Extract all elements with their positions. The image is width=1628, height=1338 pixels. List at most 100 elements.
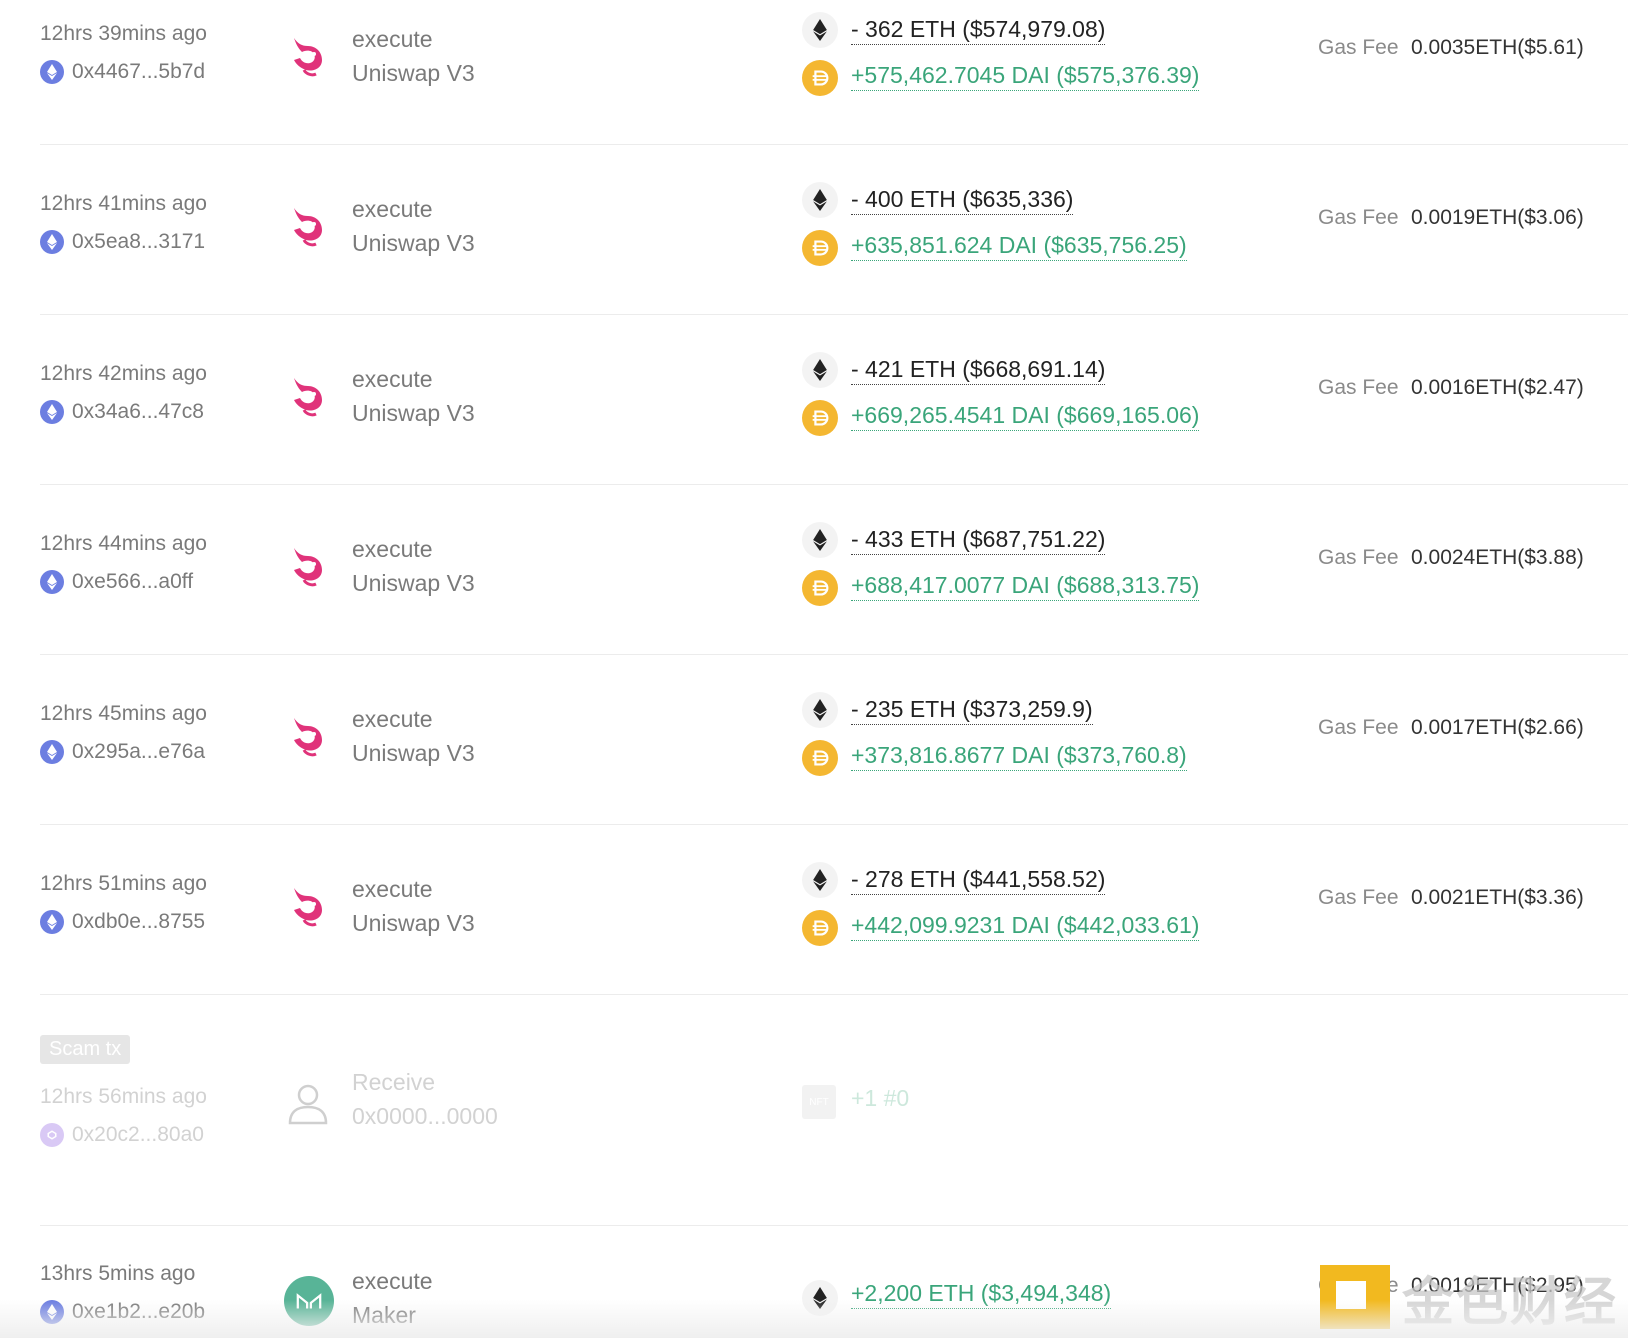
row-divider xyxy=(40,654,1628,655)
row-divider xyxy=(40,314,1628,315)
dai-token-icon xyxy=(802,740,838,776)
tx-action: execute xyxy=(352,536,433,562)
tx-time: 12hrs 51mins ago xyxy=(40,872,207,895)
tx-address[interactable]: 0x4467...5b7d xyxy=(40,60,205,84)
tx-app-name[interactable]: Uniswap V3 xyxy=(352,60,475,87)
bottom-fade xyxy=(0,1300,1628,1338)
tx-address[interactable]: 0xe566...a0ff xyxy=(40,570,193,594)
ethereum-chain-icon xyxy=(40,230,64,254)
tx-amount-in[interactable]: +688,417.0077 DAI ($688,313.75) xyxy=(851,572,1200,601)
gas-fee-value: 0.0016ETH($2.47) xyxy=(1411,376,1584,399)
polygon-chain-icon xyxy=(40,1123,64,1147)
uniswap-icon xyxy=(284,880,332,928)
tx-address-text[interactable]: 0x4467...5b7d xyxy=(72,60,205,84)
uniswap-icon xyxy=(284,710,332,758)
tx-app-name[interactable]: Uniswap V3 xyxy=(352,570,475,597)
gas-fee-label: Gas Fee xyxy=(1318,376,1399,399)
tx-time: 12hrs 44mins ago xyxy=(40,532,207,555)
dai-token-icon xyxy=(802,570,838,606)
ethereum-chain-icon xyxy=(40,400,64,424)
tx-amount-out[interactable]: - 433 ETH ($687,751.22) xyxy=(851,526,1106,555)
ethereum-chain-icon xyxy=(40,740,64,764)
tx-action: execute xyxy=(352,366,433,392)
gas-fee-label: Gas Fee xyxy=(1318,206,1399,229)
gas-fee-value: 0.0035ETH($5.61) xyxy=(1411,36,1584,59)
tx-action: execute xyxy=(352,876,433,902)
transaction-list: 12hrs 39mins ago 0x4467...5b7d execute Unis… xyxy=(0,0,1628,1338)
tx-address-text[interactable]: 0x295a...e76a xyxy=(72,740,205,764)
eth-token-icon xyxy=(802,692,838,728)
uniswap-icon xyxy=(284,200,332,248)
tx-amount-out[interactable]: - 421 ETH ($668,691.14) xyxy=(851,356,1106,385)
dai-token-icon xyxy=(802,910,838,946)
nft-icon: NFT xyxy=(802,1085,836,1119)
row-divider xyxy=(40,1225,1628,1226)
tx-action: execute xyxy=(352,1268,433,1294)
row-divider xyxy=(40,144,1628,145)
gas-fee-label: Gas Fee xyxy=(1318,886,1399,909)
tx-address-text[interactable]: 0x5ea8...3171 xyxy=(72,230,205,254)
tx-action: execute xyxy=(352,26,433,52)
scam-badge: Scam tx xyxy=(40,1035,131,1064)
transaction-row[interactable]: 12hrs 41mins ago 0x5ea8...3171 execute Unis… xyxy=(0,170,1628,340)
tx-amount-in[interactable]: +635,851.624 DAI ($635,756.25) xyxy=(851,232,1187,261)
tx-app-name[interactable]: Uniswap V3 xyxy=(352,910,475,937)
dai-token-icon xyxy=(802,60,838,96)
tx-amount-out[interactable]: - 400 ETH ($635,336) xyxy=(851,186,1074,215)
tx-amount-out[interactable]: - 235 ETH ($373,259.9) xyxy=(851,696,1093,725)
eth-token-icon xyxy=(802,862,838,898)
tx-app-name[interactable]: Uniswap V3 xyxy=(352,230,475,257)
tx-amount-in[interactable]: +373,816.8677 DAI ($373,760.8) xyxy=(851,742,1187,771)
tx-time: 12hrs 39mins ago xyxy=(40,22,207,45)
gas-fee-value: 0.0019ETH($3.06) xyxy=(1411,206,1584,229)
gas-fee-value: 0.0017ETH($2.66) xyxy=(1411,716,1584,739)
tx-time: 13hrs 5mins ago xyxy=(40,1262,196,1285)
tx-address-text[interactable]: 0x34a6...47c8 xyxy=(72,400,204,424)
dai-token-icon xyxy=(802,230,838,266)
ethereum-chain-icon xyxy=(40,570,64,594)
tx-amount-out[interactable]: - 278 ETH ($441,558.52) xyxy=(851,866,1106,895)
eth-token-icon xyxy=(802,182,838,218)
tx-amount-out[interactable]: - 362 ETH ($574,979.08) xyxy=(851,16,1106,45)
nft-amount[interactable]: +1 #0 xyxy=(851,1085,909,1112)
uniswap-icon xyxy=(284,540,332,588)
transaction-row[interactable]: 12hrs 39mins ago 0x4467...5b7d execute Unis… xyxy=(0,0,1628,170)
tx-amount-in[interactable]: +575,462.7045 DAI ($575,376.39) xyxy=(851,62,1200,91)
eth-token-icon xyxy=(802,522,838,558)
person-icon xyxy=(284,1079,332,1127)
gas-fee-label: Gas Fee xyxy=(1318,716,1399,739)
tx-time: 12hrs 45mins ago xyxy=(40,702,207,725)
transaction-row[interactable]: 12hrs 45mins ago 0x295a...e76a execute Unis… xyxy=(0,680,1628,850)
tx-app-name[interactable]: Uniswap V3 xyxy=(352,400,475,427)
tx-address-text[interactable]: 0x20c2...80a0 xyxy=(72,1123,204,1147)
tx-address[interactable]: 0x295a...e76a xyxy=(40,740,205,764)
dai-token-icon xyxy=(802,400,838,436)
tx-action: Receive xyxy=(352,1069,436,1095)
tx-address[interactable]: 0x5ea8...3171 xyxy=(40,230,205,254)
tx-address[interactable]: 0x20c2...80a0 xyxy=(40,1123,204,1147)
row-divider xyxy=(40,824,1628,825)
uniswap-icon xyxy=(284,370,332,418)
gas-fee-value: 0.0024ETH($3.88) xyxy=(1411,546,1584,569)
tx-action: execute xyxy=(352,706,433,732)
tx-app-name[interactable]: Uniswap V3 xyxy=(352,740,475,767)
tx-time: 12hrs 41mins ago xyxy=(40,192,207,215)
gas-fee-label: Gas Fee xyxy=(1318,546,1399,569)
tx-from-address[interactable]: 0x0000...0000 xyxy=(352,1103,498,1130)
tx-address-text[interactable]: 0xdb0e...8755 xyxy=(72,910,205,934)
tx-amount-in[interactable]: +442,099.9231 DAI ($442,033.61) xyxy=(851,912,1200,941)
transaction-row[interactable]: 12hrs 44mins ago 0xe566...a0ff execute Unis… xyxy=(0,510,1628,680)
tx-address-text[interactable]: 0xe566...a0ff xyxy=(72,570,193,594)
tx-time: 12hrs 56mins ago xyxy=(40,1085,207,1108)
eth-token-icon xyxy=(802,352,838,388)
tx-address[interactable]: 0xdb0e...8755 xyxy=(40,910,205,934)
row-divider xyxy=(40,484,1628,485)
transaction-row[interactable]: 12hrs 42mins ago 0x34a6...47c8 execute Unis… xyxy=(0,340,1628,510)
scam-transaction-row[interactable]: Scam tx 12hrs 56mins ago 0x20c2...80a0 Rece… xyxy=(0,1035,1628,1226)
tx-address[interactable]: 0x34a6...47c8 xyxy=(40,400,204,424)
transaction-row[interactable]: 12hrs 51mins ago 0xdb0e...8755 execute Unis… xyxy=(0,850,1628,1020)
tx-amount-in[interactable]: +669,265.4541 DAI ($669,165.06) xyxy=(851,402,1200,431)
uniswap-icon xyxy=(284,30,332,78)
gas-fee-label: Gas Fee xyxy=(1318,36,1399,59)
ethereum-chain-icon xyxy=(40,910,64,934)
